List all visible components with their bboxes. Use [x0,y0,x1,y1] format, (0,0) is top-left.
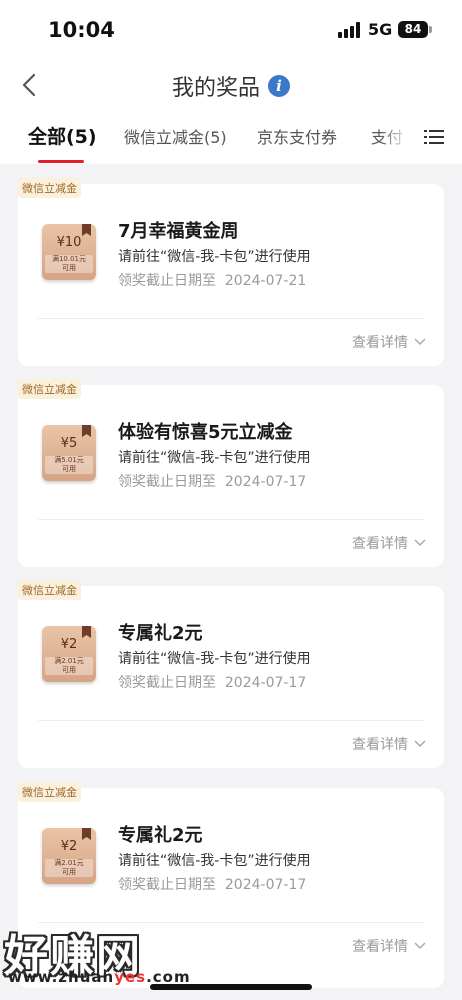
view-details-label: 查看详情 [352,536,408,552]
coupon-condition: 满2.01元 可用 [45,657,93,675]
prize-deadline: 领奖截止日期至 2024-07-17 [118,877,307,893]
tab-wechat-discount[interactable]: 微信立减金(5) [124,124,227,148]
prize-desc: 请前往“微信-我-卡包”进行使用 [118,249,311,265]
tabs-fade [380,110,410,164]
info-icon[interactable]: i [268,75,290,97]
watermark-url-prefix: www.zhuan [8,968,115,986]
prize-tag: 微信立减金 [18,379,81,399]
chevron-down-icon [414,539,426,547]
coupon-condition: 满2.01元 可用 [45,859,93,877]
view-details-button[interactable]: 查看详情 [352,936,426,956]
tab-all[interactable]: 全部(5) [28,122,97,149]
view-details-button[interactable]: 查看详情 [352,533,426,553]
coupon-amount: ¥2 [60,839,78,854]
prize-desc: 请前往“微信-我-卡包”进行使用 [118,853,311,869]
status-time: 10:04 [48,18,115,42]
prize-card[interactable]: 微信立减金 ¥2 满2.01元 可用 专属礼2元 请前往“微信-我-卡包”进行使… [18,580,444,768]
nav-bar: 我的奖品 i [0,60,462,110]
prize-deadline: 领奖截止日期至 2024-07-21 [118,273,307,289]
tab-jd-pay-coupon[interactable]: 京东支付券 [257,124,337,148]
chevron-down-icon [414,942,426,950]
battery-tip [429,26,432,33]
watermark-url-highlight: yes [114,968,147,986]
prize-desc: 请前往“微信-我-卡包”进行使用 [118,651,311,667]
prize-deadline: 领奖截止日期至 2024-07-17 [118,474,307,490]
status-bar: 10:04 5G 84 [0,0,462,60]
coupon-icon: ¥10 满10.01元 可用 [42,224,96,280]
view-details-button[interactable]: 查看详情 [352,734,426,754]
prize-desc: 请前往“微信-我-卡包”进行使用 [118,450,311,466]
view-details-label: 查看详情 [352,737,408,753]
coupon-amount: ¥5 [60,436,78,451]
coupon-icon: ¥2 满2.01元 可用 [42,626,96,682]
battery-icon: 84 [398,21,428,38]
chevron-down-icon [414,740,426,748]
list-menu-icon[interactable] [424,128,444,146]
divider [38,318,424,319]
signal-icon [338,22,362,38]
view-details-button[interactable]: 查看详情 [352,332,426,352]
prize-tag: 微信立减金 [18,580,81,600]
coupon-icon: ¥2 满2.01元 可用 [42,828,96,884]
tab-active-indicator [38,160,84,163]
network-label: 5G [368,20,393,39]
prize-title: 专属礼2元 [118,825,203,846]
prize-card[interactable]: 微信立减金 ¥10 满10.01元 可用 7月幸福黄金周 请前往“微信-我-卡包… [18,178,444,366]
coupon-condition: 满5.01元 可用 [45,456,93,474]
prize-tag: 微信立减金 [18,178,81,198]
prize-card[interactable]: 微信立减金 ¥5 满5.01元 可用 体验有惊喜5元立减金 请前往“微信-我-卡… [18,379,444,567]
prize-deadline: 领奖截止日期至 2024-07-17 [118,675,307,691]
tab-bar: 全部(5) 微信立减金(5) 京东支付券 支付 [0,110,462,164]
view-details-label: 查看详情 [352,939,408,955]
watermark: 好赚网 www.zhuanyes.com [4,920,264,990]
coupon-icon: ¥5 满5.01元 可用 [42,425,96,481]
coupon-amount: ¥10 [56,235,82,250]
prize-title: 专属礼2元 [118,623,203,644]
prize-title: 体验有惊喜5元立减金 [118,422,293,443]
chevron-down-icon [414,338,426,346]
divider [38,519,424,520]
divider [38,720,424,721]
view-details-label: 查看详情 [352,335,408,351]
coupon-amount: ¥2 [60,637,78,652]
prize-tag: 微信立减金 [18,782,81,802]
home-indicator [150,984,312,990]
coupon-condition: 满10.01元 可用 [45,255,93,273]
prize-title: 7月幸福黄金周 [118,221,239,242]
page-title: 我的奖品 [171,76,260,101]
